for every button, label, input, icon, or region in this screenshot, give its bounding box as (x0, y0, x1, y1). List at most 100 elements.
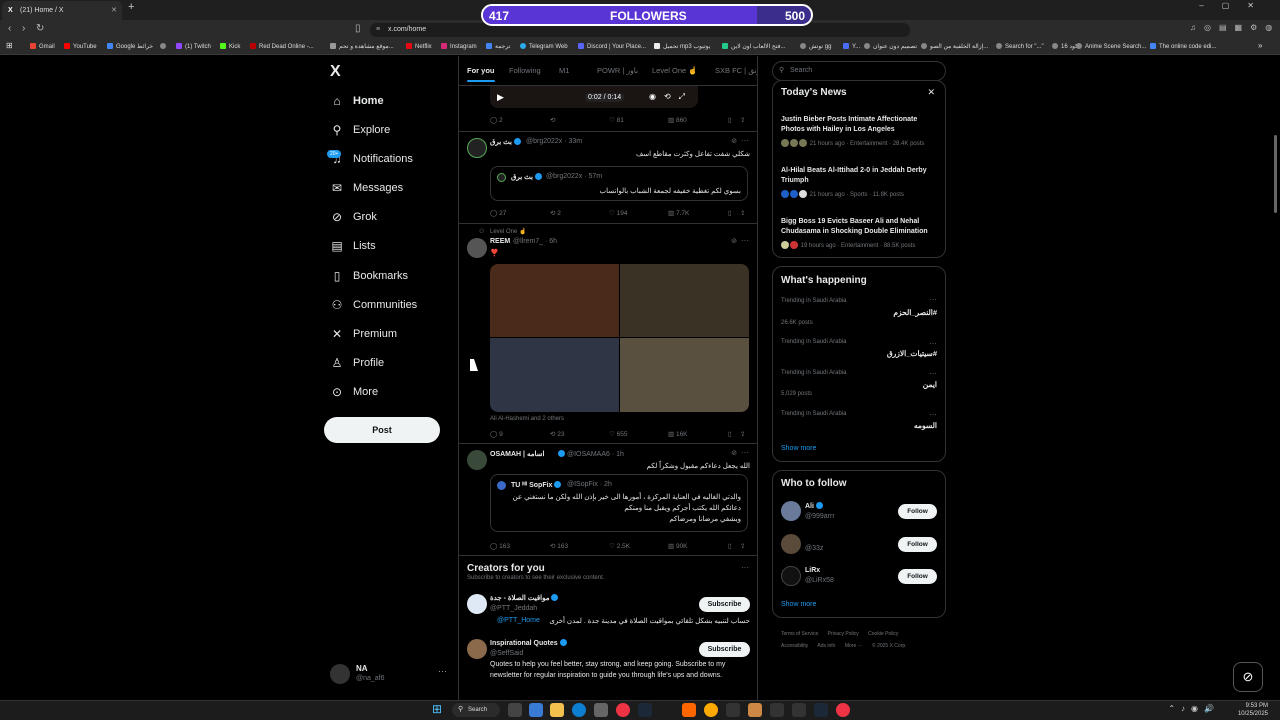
subscribe-button[interactable]: Subscribe (699, 597, 750, 612)
show-more-link[interactable]: Show more (781, 601, 816, 608)
post-barq[interactable]: بث برق @brg2022x · 33m ··· ⊘ شكلي شفت تف… (459, 132, 757, 224)
bookmark-translate[interactable]: ترجمة (486, 43, 510, 50)
follow-button[interactable]: Follow (898, 537, 937, 552)
views-button[interactable]: ▥ 16K (668, 430, 688, 438)
bookmark-remove-bg[interactable]: إزالة الخلفية من الصو... (921, 43, 988, 50)
grok-icon[interactable]: ⊘ (731, 449, 737, 457)
bookmark-games[interactable]: فتح الالعاب اون لاين... (722, 43, 786, 50)
subscribe-button[interactable]: Subscribe (699, 642, 750, 657)
creator-bio-link[interactable]: @PTT_Home (497, 617, 540, 624)
trend-name[interactable]: السومه (914, 421, 937, 430)
bookmark-gmail[interactable]: Gmail (30, 43, 55, 50)
creator-name[interactable]: Inspirational Quotes (490, 639, 567, 647)
bookmark-post-icon[interactable]: ▯ (728, 209, 732, 217)
more-icon[interactable]: ··· (929, 410, 937, 419)
tab-m1[interactable]: M1 (559, 66, 569, 75)
bookmark-page-icon[interactable]: ▯ (355, 23, 361, 34)
nav-more[interactable]: ⊙ More (330, 382, 378, 402)
news-headline[interactable]: Al-Hilal Beats Al-Ittihad 2-0 in Jeddah … (781, 166, 941, 186)
photo-3[interactable] (490, 338, 619, 412)
views-button[interactable]: ▥ 7.7K (668, 209, 689, 217)
window-controls[interactable]: –▢✕ (1199, 1, 1272, 10)
site-settings-icon[interactable]: ≡ (376, 23, 380, 37)
bookmark-discord[interactable]: Discord | Your Place... (578, 43, 646, 50)
avatar[interactable] (467, 138, 487, 158)
store-icon[interactable] (594, 703, 608, 717)
nav-grok[interactable]: ⊘ Grok (330, 207, 377, 227)
bookmark-google-maps[interactable]: Google خرائط (107, 43, 153, 50)
windows-start-icon[interactable]: ⊞ (432, 702, 442, 716)
tab-level-one[interactable]: Level One ☝️ (652, 66, 698, 75)
bookmark-design[interactable]: تصميم دون عنوان (864, 43, 917, 50)
repost-button[interactable]: ⟲ 23 (550, 430, 565, 438)
video-controls-icons[interactable]: ◉⟲⤢ (649, 92, 693, 102)
post-reem[interactable]: ⚇ Level One ☝️ REEM @llrem7_ · 6h ··· ⊘ … (459, 224, 757, 444)
avatar[interactable] (467, 450, 487, 470)
scrollbar[interactable] (1274, 135, 1277, 213)
more-icon[interactable]: ··· (929, 339, 937, 348)
photo-2[interactable] (620, 264, 749, 337)
nav-premium[interactable]: ✕ Premium (330, 324, 397, 344)
new-tab-icon[interactable]: + (128, 1, 134, 13)
more-icon[interactable]: ··· (741, 136, 749, 145)
browser-menu-icons[interactable]: ♫◎▤▦⚙◍⛉⋯ (1190, 23, 1280, 33)
repost-button[interactable]: ⟲ 2 (550, 209, 561, 217)
avatar[interactable] (781, 501, 801, 521)
bookmark-code-editor[interactable]: The online code edi... (1150, 43, 1216, 50)
steam-icon[interactable] (638, 703, 652, 717)
edge-icon[interactable] (572, 703, 586, 717)
views-button[interactable]: ▥ 90K (668, 542, 688, 550)
taskbar-search[interactable]: ⚲ Search (452, 703, 500, 717)
bookmark-tootch[interactable]: توتش gg (800, 43, 831, 50)
brave-icon[interactable] (682, 703, 696, 717)
chrome-icon[interactable] (616, 703, 630, 717)
app-icon[interactable] (748, 703, 762, 717)
tagged-people[interactable]: Ali Al-Hashemi and 2 others (490, 416, 564, 422)
follow-button[interactable]: Follow (898, 504, 937, 519)
suggested-handle[interactable]: @33z (805, 545, 823, 552)
post-author[interactable]: OSAMAH | اسامه (490, 450, 544, 458)
more-icon[interactable]: ··· (741, 563, 749, 572)
share-icon[interactable]: ⇪ (740, 430, 745, 438)
avatar[interactable] (467, 238, 487, 258)
quoted-post[interactable]: TU ᴹᴵ SopFix @ISopFix · 2h والدتي الغالي… (490, 474, 748, 532)
bookmark-anime-search[interactable]: Anime Scene Search... (1076, 43, 1146, 50)
post-handle[interactable]: @brg2022x · 33m (526, 138, 582, 145)
nav-notifications[interactable]: ♫ Notifications (330, 149, 413, 169)
forward-icon[interactable]: › (22, 23, 25, 34)
trend-name[interactable]: ايمن (923, 380, 937, 389)
bookmark-y[interactable]: Y... (843, 43, 860, 50)
post-handle[interactable]: @IOSAMAA6 · 1h (558, 450, 624, 458)
trend-name[interactable]: #سيتيات_الازرق (887, 349, 937, 358)
tab-sxb-fc[interactable]: SXB FC | ونق (715, 66, 757, 75)
post-handle[interactable]: @llrem7_ · 6h (513, 238, 557, 245)
post-author[interactable]: بث برق (490, 138, 522, 146)
avatar[interactable] (467, 639, 487, 659)
bookmark-mp3[interactable]: تحميل mp3 يوتيوب (654, 43, 710, 50)
bookmark-blank[interactable] (160, 43, 169, 50)
bookmark-post-icon[interactable]: ▯ (728, 542, 732, 550)
nav-bookmarks[interactable]: ▯ Bookmarks (330, 266, 408, 286)
suggested-name[interactable]: Ali (805, 502, 823, 510)
close-icon[interactable]: ✕ (927, 87, 935, 98)
reply-button[interactable]: ◯ 163 (490, 542, 510, 550)
task-view-icon[interactable] (508, 703, 522, 717)
tab-powr[interactable]: POWR | باور (597, 66, 638, 75)
avatar[interactable] (781, 566, 801, 586)
more-icon[interactable]: ··· (929, 295, 937, 304)
footer-link[interactable]: Terms of Service (781, 631, 818, 637)
share-icon[interactable]: ⇪ (740, 209, 745, 217)
bookmark-post-icon[interactable]: ▯ (728, 116, 732, 124)
like-button[interactable]: ♡ 2.5K (609, 542, 630, 550)
footer-link[interactable]: Privacy Policy (828, 631, 859, 637)
copilot-icon[interactable] (529, 703, 543, 717)
more-icon[interactable]: ··· (929, 369, 937, 378)
apps-icon[interactable]: ⊞ (6, 41, 13, 50)
nav-messages[interactable]: ✉ Messages (330, 178, 403, 198)
grok-icon[interactable]: ⊘ (731, 137, 737, 145)
app-icon[interactable] (770, 703, 784, 717)
play-icon[interactable]: ▶ (497, 92, 504, 103)
photo-4[interactable] (620, 338, 749, 412)
post-osamah[interactable]: OSAMAH | اسامه @IOSAMAA6 · 1h ··· ⊘ الله… (459, 444, 757, 556)
share-icon[interactable]: ⇪ (740, 542, 745, 550)
